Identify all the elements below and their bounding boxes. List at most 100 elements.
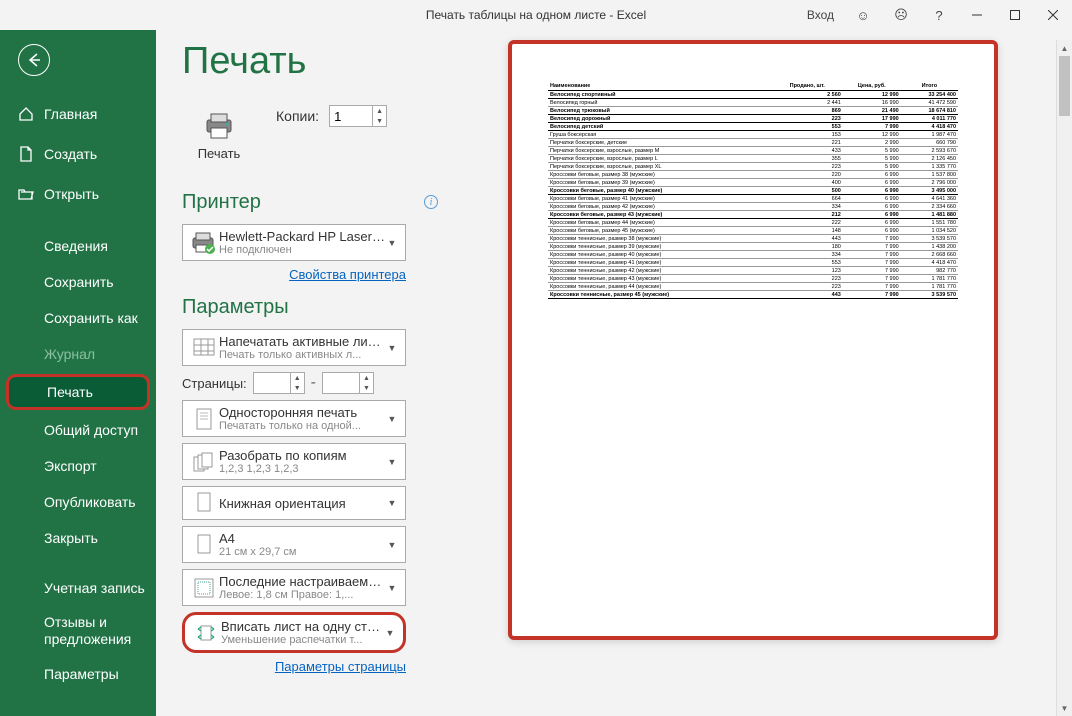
minimize-button[interactable]	[958, 0, 996, 30]
collate-dropdown[interactable]: Разобрать по копиям1,2,3 1,2,3 1,2,3 ▼	[182, 443, 406, 480]
sidebar-label: Открыть	[44, 186, 99, 202]
scroll-down-button[interactable]: ▼	[1057, 700, 1072, 716]
preview-scrollbar[interactable]: ▲ ▼	[1056, 40, 1072, 716]
chevron-down-icon: ▼	[385, 498, 399, 508]
margins-dropdown[interactable]: Последние настраиваемы...Левое: 1,8 см П…	[182, 569, 406, 606]
chevron-down-icon: ▼	[383, 628, 397, 638]
spinner-up[interactable]: ▲	[373, 106, 386, 116]
sides-dropdown[interactable]: Односторонняя печатьПечатать только на о…	[182, 400, 406, 437]
pages-label: Страницы:	[182, 376, 247, 391]
frown-icon[interactable]: ☹	[882, 0, 920, 30]
sidebar-item-publish[interactable]: Опубликовать	[0, 484, 156, 520]
pages-to-spinner[interactable]: ▲▼	[322, 372, 374, 394]
sidebar-label: Учетная запись	[44, 580, 145, 596]
help-icon[interactable]: ?	[920, 0, 958, 30]
page-title: Печать	[182, 40, 462, 83]
chevron-down-icon: ▼	[385, 583, 399, 593]
print-button-label: Печать	[198, 146, 241, 161]
chevron-down-icon: ▼	[385, 343, 399, 353]
sidebar-label: Сохранить как	[44, 310, 138, 326]
page-setup-link[interactable]: Параметры страницы	[182, 659, 406, 674]
smile-icon[interactable]: ☺	[844, 0, 882, 30]
maximize-button[interactable]	[996, 0, 1034, 30]
window-controls: Вход ☺ ☹ ?	[797, 0, 1072, 30]
pages-from-spinner[interactable]: ▲▼	[253, 372, 305, 394]
sidebar-item-options[interactable]: Параметры	[0, 656, 156, 692]
sidebar-item-account[interactable]: Учетная запись	[0, 570, 156, 606]
open-icon	[18, 186, 34, 202]
sidebar-item-feedback[interactable]: Отзывы и предложения	[0, 606, 156, 656]
scroll-thumb[interactable]	[1059, 56, 1070, 116]
sidebar-label: Печать	[47, 384, 93, 400]
titlebar: Печать таблицы на одном листе - Excel Вх…	[0, 0, 1072, 30]
info-icon[interactable]: i	[424, 195, 438, 209]
printer-section-title: Принтер i	[182, 191, 462, 214]
range-separator: -	[311, 374, 316, 392]
settings-section-title: Параметры	[182, 296, 462, 319]
printer-dropdown[interactable]: Hewlett-Packard HP LaserJe... Не подключ…	[182, 224, 406, 261]
sidebar-label: Журнал	[44, 346, 95, 362]
margins-icon	[189, 576, 219, 600]
pages-to-input[interactable]	[323, 374, 359, 393]
preview-page: НаименованиеПродано, шт.Цена, руб.ИтогоВ…	[508, 40, 998, 640]
sidebar-item-export[interactable]: Экспорт	[0, 448, 156, 484]
preview-table: НаименованиеПродано, шт.Цена, руб.ИтогоВ…	[548, 82, 958, 299]
back-button[interactable]	[18, 44, 50, 76]
sidebar-label: Параметры	[44, 666, 119, 682]
sidebar-item-saveas[interactable]: Сохранить как	[0, 300, 156, 336]
backstage-sidebar: Главная Создать Открыть Сведения Сохрани…	[0, 30, 156, 716]
sidebar-item-share[interactable]: Общий доступ	[0, 412, 156, 448]
sidebar-label: Сохранить	[44, 274, 114, 290]
chevron-down-icon: ▼	[385, 414, 399, 424]
window-title: Печать таблицы на одном листе - Excel	[426, 8, 646, 22]
sidebar-item-save[interactable]: Сохранить	[0, 264, 156, 300]
copies-label: Копии:	[276, 108, 319, 124]
sidebar-label: Создать	[44, 146, 97, 162]
chevron-down-icon: ▼	[385, 238, 399, 248]
printer-icon	[203, 112, 235, 140]
pages-range-row: Страницы: ▲▼ - ▲▼	[182, 372, 406, 394]
login-button[interactable]: Вход	[797, 0, 844, 30]
sidebar-item-close[interactable]: Закрыть	[0, 520, 156, 556]
fit-icon	[191, 621, 221, 645]
print-button[interactable]: Печать	[182, 101, 256, 171]
sidebar-item-info[interactable]: Сведения	[0, 228, 156, 264]
sheets-icon	[189, 337, 219, 359]
home-icon	[18, 106, 34, 122]
pages-from-input[interactable]	[254, 374, 290, 393]
printer-status: Не подключен	[219, 244, 385, 256]
printer-properties-link[interactable]: Свойства принтера	[182, 267, 406, 282]
sidebar-label: Экспорт	[44, 458, 97, 474]
sidebar-label: Закрыть	[44, 530, 98, 546]
orientation-dropdown[interactable]: Книжная ориентация ▼	[182, 486, 406, 520]
print-what-dropdown[interactable]: Напечатать активные листыПечать только а…	[182, 329, 406, 366]
sidebar-item-new[interactable]: Создать	[0, 134, 156, 174]
printer-status-icon	[189, 232, 219, 254]
chevron-down-icon: ▼	[385, 457, 399, 467]
page-icon	[189, 407, 219, 431]
spinner-down[interactable]: ▼	[373, 116, 386, 126]
print-preview-area: НаименованиеПродано, шт.Цена, руб.ИтогоВ…	[462, 40, 1072, 716]
paper-icon	[189, 533, 219, 557]
paper-size-dropdown[interactable]: A421 см x 29,7 см ▼	[182, 526, 406, 563]
collate-icon	[189, 451, 219, 473]
print-settings-panel: Печать Печать Копии: ▲▼	[182, 40, 462, 716]
sidebar-label: Отзывы и предложения	[44, 614, 156, 648]
portrait-icon	[189, 491, 219, 515]
scroll-up-button[interactable]: ▲	[1057, 40, 1072, 56]
copies-spinner[interactable]: ▲▼	[329, 105, 387, 127]
sidebar-item-open[interactable]: Открыть	[0, 174, 156, 214]
sidebar-label: Опубликовать	[44, 494, 136, 510]
chevron-down-icon: ▼	[385, 540, 399, 550]
arrow-left-icon	[26, 52, 42, 68]
sidebar-item-history: Журнал	[0, 336, 156, 372]
close-button[interactable]	[1034, 0, 1072, 30]
printer-name: Hewlett-Packard HP LaserJe...	[219, 229, 385, 244]
sidebar-label: Общий доступ	[44, 422, 138, 438]
sidebar-item-print[interactable]: Печать	[6, 374, 150, 410]
copies-input[interactable]	[330, 107, 372, 126]
sidebar-label: Главная	[44, 106, 97, 122]
scaling-dropdown[interactable]: Вписать лист на одну стра...Уменьшение р…	[182, 612, 406, 653]
new-icon	[18, 146, 34, 162]
sidebar-item-home[interactable]: Главная	[0, 94, 156, 134]
